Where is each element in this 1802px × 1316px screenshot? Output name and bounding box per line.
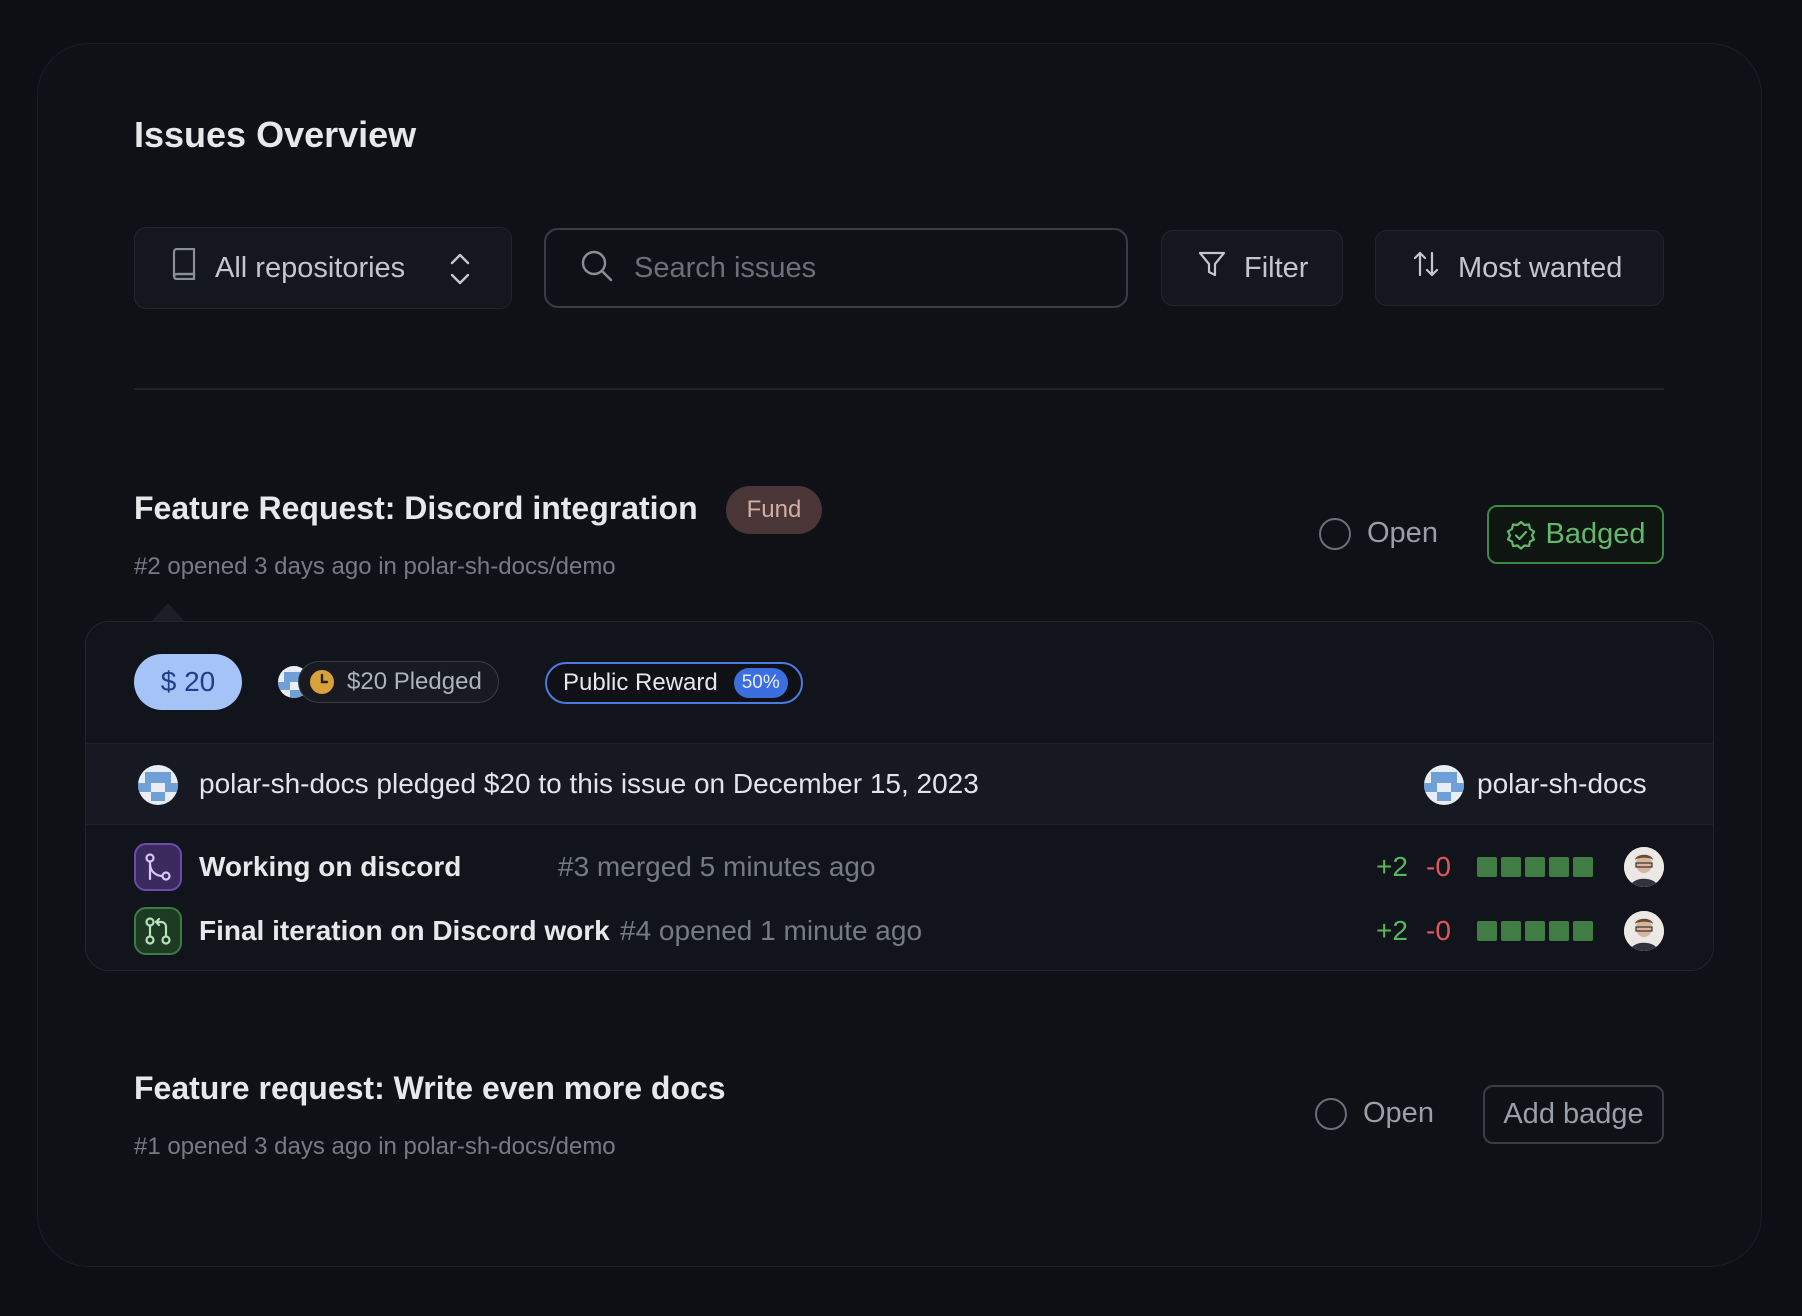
filter-button[interactable]: Filter <box>1161 230 1343 306</box>
pledge-summary[interactable]: $20 Pledged <box>276 660 499 704</box>
pr-deletions: -0 <box>1426 915 1451 946</box>
issue-funding-panel: $ 20 $20 Pledged Public Reward 50% polar… <box>85 621 1714 971</box>
chevron-up-down-icon <box>449 252 471 294</box>
page-title: Issues Overview <box>134 114 417 155</box>
author-avatar <box>1624 911 1664 951</box>
pledged-label: $20 Pledged <box>347 668 482 695</box>
pledger-name[interactable]: polar-sh-docs <box>1477 768 1647 800</box>
issue-status: Open <box>1319 517 1438 550</box>
toolbar-divider <box>134 388 1664 390</box>
pr-meta: #3 merged 5 minutes ago <box>558 851 876 882</box>
search-icon <box>580 249 614 288</box>
issue-title[interactable]: Feature request: Write even more docs <box>134 1070 726 1107</box>
issue-status: Open <box>1315 1097 1434 1130</box>
open-status-icon <box>1315 1097 1347 1130</box>
author-avatar <box>1624 847 1664 887</box>
pledger-avatar-right <box>1424 765 1464 805</box>
diff-stat-bars <box>1477 857 1593 877</box>
pr-title[interactable]: Final iteration on Discord work <box>199 915 610 947</box>
reward-percentage: 50% <box>733 668 788 698</box>
sort-button[interactable]: Most wanted <box>1375 230 1664 306</box>
issue-title[interactable]: Feature Request: Discord integration <box>134 490 698 527</box>
arrows-up-down-icon <box>1412 250 1440 286</box>
clock-icon <box>310 670 334 694</box>
check-badge-icon <box>1506 520 1535 550</box>
public-reward-pill[interactable]: Public Reward 50% <box>545 662 803 704</box>
funnel-icon <box>1198 250 1226 286</box>
open-status-icon <box>1319 517 1351 550</box>
sort-label: Most wanted <box>1458 251 1623 284</box>
pledge-row: polar-sh-docs pledged $20 to this issue … <box>86 743 1713 825</box>
badged-button[interactable]: Badged <box>1487 505 1664 564</box>
issue-status-label: Open <box>1363 1097 1434 1129</box>
pledger-avatar <box>138 765 178 805</box>
pull-request-row[interactable]: Working on discord #3 merged 5 minutes a… <box>86 843 1713 891</box>
pledged-chip: $20 Pledged <box>298 661 499 703</box>
search-input[interactable] <box>634 251 1114 285</box>
pr-title[interactable]: Working on discord <box>199 851 461 883</box>
pledge-text: polar-sh-docs pledged $20 to this issue … <box>199 768 979 799</box>
pr-additions: +2 <box>1376 851 1408 882</box>
merged-pr-icon <box>134 843 182 891</box>
issue-meta: #1 opened 3 days ago in polar-sh-docs/de… <box>134 1133 616 1160</box>
issue-meta: #2 opened 3 days ago in polar-sh-docs/de… <box>134 553 616 580</box>
pr-additions: +2 <box>1376 915 1408 946</box>
public-reward-label: Public Reward <box>563 669 718 696</box>
fund-badge[interactable]: Fund <box>726 486 822 534</box>
repository-select[interactable]: All repositories <box>134 227 512 309</box>
filter-label: Filter <box>1244 251 1309 284</box>
panel-pointer <box>152 603 184 621</box>
book-icon <box>171 247 197 288</box>
search-box[interactable] <box>544 228 1128 308</box>
badged-label: Badged <box>1545 518 1646 550</box>
open-pr-icon <box>134 907 182 955</box>
diff-stat-bars <box>1477 921 1593 941</box>
pull-request-row[interactable]: Final iteration on Discord work #4 opene… <box>86 907 1713 955</box>
pr-meta: #4 opened 1 minute ago <box>620 915 923 946</box>
funding-amount[interactable]: $ 20 <box>134 654 242 710</box>
add-badge-button[interactable]: Add badge <box>1483 1085 1664 1144</box>
pr-deletions: -0 <box>1426 851 1451 882</box>
repository-select-label: All repositories <box>215 251 406 284</box>
issue-status-label: Open <box>1367 517 1438 549</box>
